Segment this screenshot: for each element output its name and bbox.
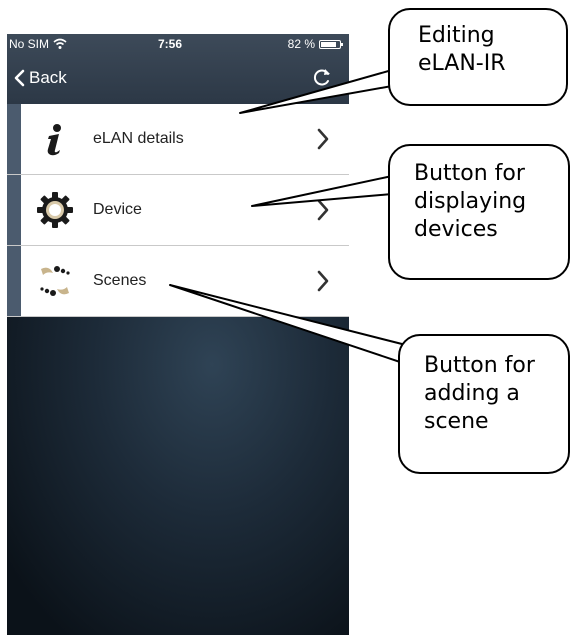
callout-line: Editing bbox=[418, 23, 495, 48]
callout-editing: Editing eLAN-IR bbox=[388, 8, 568, 106]
scenes-icon bbox=[35, 261, 75, 301]
phone-screen: No SIM 7:56 82 % Back eLAN details Devic… bbox=[7, 34, 349, 635]
menu-item-scenes[interactable]: Scenes bbox=[7, 246, 349, 317]
navigation-bar: No SIM 7:56 82 % Back bbox=[7, 34, 349, 104]
accent-bar bbox=[7, 175, 21, 245]
menu-item-label: Device bbox=[93, 201, 142, 218]
chevron-right-icon bbox=[317, 199, 329, 221]
callout-devices: Button for displaying devices bbox=[388, 144, 570, 280]
callout-line: Button for bbox=[424, 353, 535, 378]
carrier-status: No SIM bbox=[9, 37, 67, 51]
chevron-right-icon bbox=[317, 270, 329, 292]
accent-bar bbox=[7, 104, 21, 174]
battery-status: 82 % bbox=[287, 37, 343, 51]
callout-line: eLAN-IR bbox=[418, 51, 506, 76]
carrier-label: No SIM bbox=[9, 37, 50, 51]
menu-list: eLAN details Device Scenes bbox=[7, 104, 349, 317]
clock: 7:56 bbox=[158, 37, 183, 51]
chevron-left-icon bbox=[14, 69, 25, 87]
back-button[interactable]: Back bbox=[13, 68, 67, 88]
chevron-right-icon bbox=[317, 128, 329, 150]
refresh-icon[interactable] bbox=[311, 66, 333, 88]
info-icon bbox=[35, 119, 75, 159]
status-bar: No SIM 7:56 82 % bbox=[7, 34, 349, 56]
accent-bar bbox=[7, 246, 21, 316]
callout-line: adding a bbox=[424, 381, 520, 406]
menu-item-elan-details[interactable]: eLAN details bbox=[7, 104, 349, 175]
battery-percent: 82 % bbox=[287, 37, 315, 51]
callout-scenes: Button for adding a scene bbox=[398, 334, 570, 474]
menu-item-label: Scenes bbox=[93, 272, 147, 289]
menu-item-device[interactable]: Device bbox=[7, 175, 349, 246]
back-label: Back bbox=[29, 68, 67, 87]
callout-line: Button for bbox=[414, 161, 525, 186]
battery-icon bbox=[319, 39, 343, 49]
callout-line: devices bbox=[414, 217, 498, 242]
menu-item-label: eLAN details bbox=[93, 130, 184, 147]
wifi-icon bbox=[53, 38, 67, 49]
callout-line: scene bbox=[424, 409, 489, 434]
callout-line: displaying bbox=[414, 189, 527, 214]
gear-icon bbox=[35, 190, 75, 230]
